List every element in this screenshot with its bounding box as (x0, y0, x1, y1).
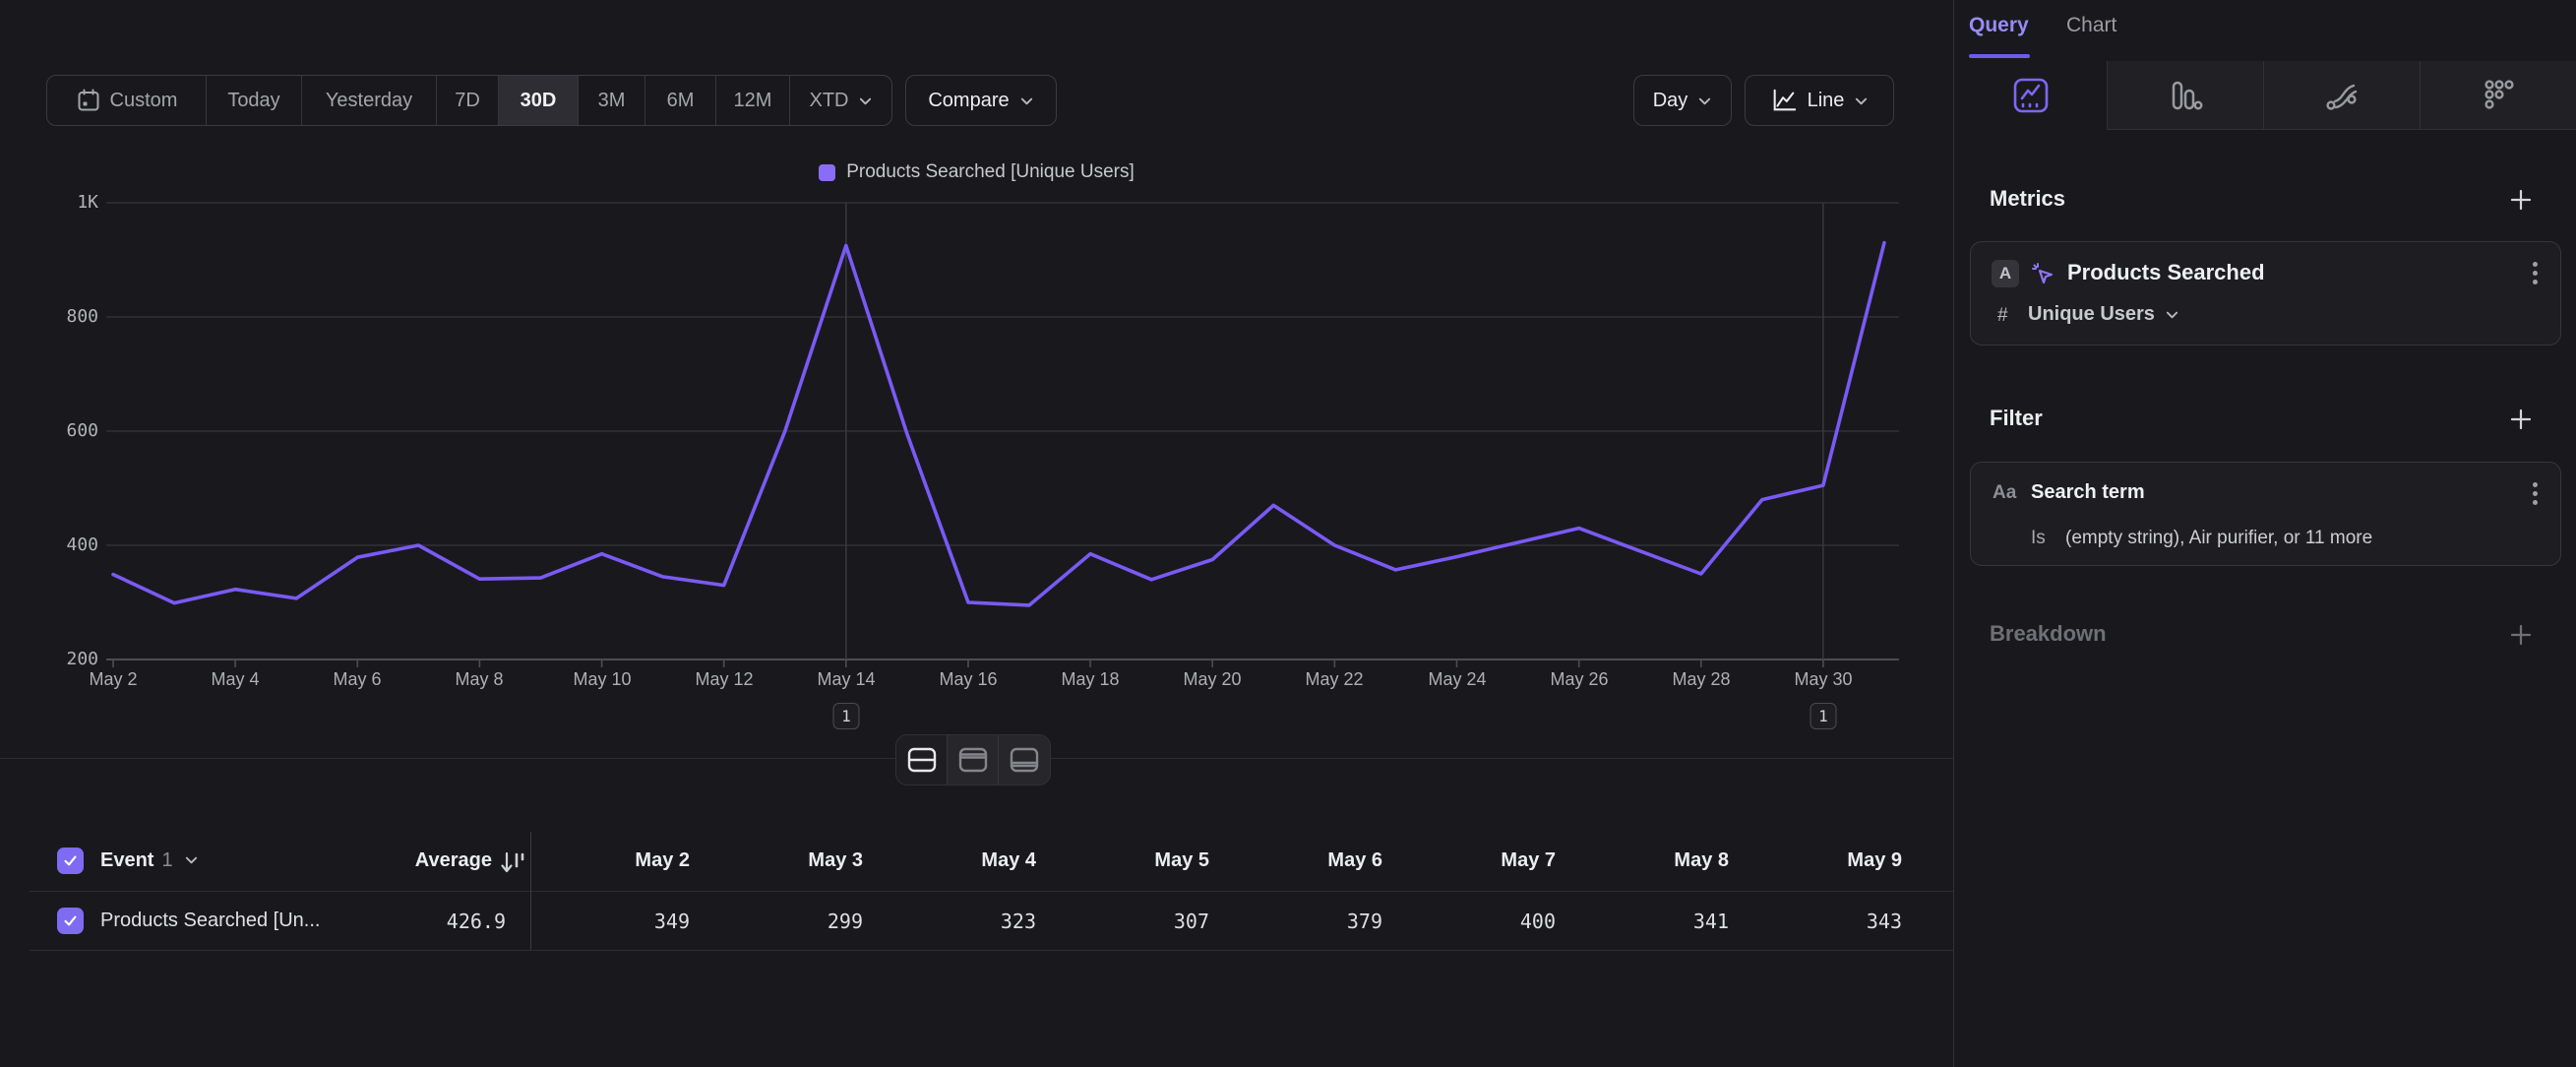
filter-heading: Filter (1990, 406, 2043, 431)
filter-card[interactable]: Aa Search term Is (empty string), Air pu… (1970, 462, 2561, 566)
chart-type-tab-flow[interactable] (2263, 61, 2420, 130)
table-row-divider (30, 950, 1953, 951)
y-axis-tick-label: 200 (37, 649, 98, 670)
x-axis-tick-label: May 8 (455, 669, 503, 690)
table-only-view-button[interactable] (999, 735, 1050, 785)
day-value-cell: 343 (1735, 910, 1902, 933)
series-line[interactable] (113, 243, 1884, 605)
analytics-app: CustomTodayYesterday7D30D3M6M12MXTD Comp… (0, 0, 2576, 1067)
table-header-divider (30, 891, 1953, 892)
measure-label: Unique Users (2028, 303, 2155, 326)
day-column-header[interactable]: May 4 (869, 849, 1036, 872)
tab-query[interactable]: Query (1969, 14, 2029, 37)
day-column-header[interactable]: May 7 (1388, 849, 1556, 872)
x-axis-tick-label: May 12 (695, 669, 753, 690)
day-column-header[interactable]: May 5 (1042, 849, 1209, 872)
flow-icon (2321, 75, 2362, 116)
day-value-cell: 307 (1042, 910, 1209, 933)
day-value-cell: 349 (522, 910, 690, 933)
measure-prefix: # (1997, 305, 2008, 327)
retention-dots-icon (2480, 76, 2519, 115)
x-axis-tick-label: May 4 (211, 669, 259, 690)
measure-dropdown[interactable]: Unique Users (2028, 303, 2179, 326)
x-axis-tick-label: May 30 (1794, 669, 1852, 690)
average-label: Average (415, 849, 492, 871)
tab-chart[interactable]: Chart (2066, 14, 2116, 37)
metric-card[interactable]: A Products Searched # Unique Users (1970, 241, 2561, 345)
day-value-cell: 379 (1215, 910, 1382, 933)
annotation-badge[interactable]: 1 (833, 703, 860, 729)
x-axis-tick-label: May 18 (1061, 669, 1119, 690)
filter-property-name: Search term (2031, 481, 2145, 504)
add-metric-button[interactable] (2508, 187, 2534, 213)
metric-name: Products Searched (2067, 260, 2265, 285)
day-value-cell: 299 (696, 910, 863, 933)
day-value-cell: 323 (869, 910, 1036, 933)
day-value-cell: 341 (1562, 910, 1729, 933)
x-axis-tick-label: May 28 (1672, 669, 1730, 690)
x-axis-tick-label: May 16 (939, 669, 997, 690)
split-view-icon (905, 745, 939, 775)
add-filter-button[interactable] (2508, 407, 2534, 432)
filter-options-kebab-icon[interactable] (2533, 482, 2539, 509)
event-count: 1 (161, 849, 172, 871)
chart-type-tab-insights[interactable] (1954, 61, 2107, 130)
y-axis-tick-label: 800 (37, 306, 98, 328)
row-checkbox[interactable] (57, 908, 84, 934)
chart-type-tab-bar[interactable] (2107, 61, 2263, 130)
event-label: Event (100, 849, 153, 871)
y-axis-tick-label: 400 (37, 534, 98, 556)
chevron-down-icon (184, 852, 199, 867)
chart-type-tab-retention[interactable] (2420, 61, 2576, 130)
average-column-header[interactable]: Average (329, 849, 492, 872)
x-axis-tick-label: May 24 (1428, 669, 1486, 690)
metric-options-kebab-icon[interactable] (2533, 262, 2539, 288)
day-column-header[interactable]: May 8 (1562, 849, 1729, 872)
y-axis-tick-label: 1K (37, 192, 98, 214)
x-axis-tick-label: May 20 (1183, 669, 1241, 690)
x-axis-tick-label: May 10 (573, 669, 631, 690)
check-icon (62, 912, 79, 929)
check-icon (62, 852, 79, 869)
filter-value[interactable]: (empty string), Air purifier, or 11 more (2065, 528, 2372, 549)
y-axis-tick-label: 600 (37, 420, 98, 442)
event-column-header[interactable]: Event 1 (100, 849, 199, 872)
day-column-header[interactable]: May 3 (696, 849, 863, 872)
day-value-cell: 400 (1388, 910, 1556, 933)
active-tab-underline (1969, 54, 2030, 58)
day-column-header[interactable]: May 2 (522, 849, 690, 872)
view-toggle (895, 734, 1051, 785)
event-cursor-icon (2030, 261, 2055, 286)
table-only-view-icon (1008, 745, 1041, 775)
filter-operator[interactable]: Is (2031, 528, 2046, 549)
average-value: 426.9 (338, 910, 506, 933)
day-column-header[interactable]: May 6 (1215, 849, 1382, 872)
split-view-button[interactable] (896, 735, 948, 785)
string-property-icon: Aa (1993, 482, 2016, 504)
chart-only-view-button[interactable] (948, 735, 999, 785)
x-axis-tick-label: May 26 (1550, 669, 1608, 690)
add-breakdown-button[interactable] (2508, 622, 2534, 648)
x-axis-tick-label: May 6 (333, 669, 381, 690)
breakdown-heading: Breakdown (1990, 621, 2107, 647)
table-row-name[interactable]: Products Searched [Un... (100, 910, 320, 932)
chart-only-view-icon (956, 745, 990, 775)
query-sidebar: Query Chart (1953, 0, 2576, 1067)
select-all-checkbox[interactable] (57, 847, 84, 874)
x-axis-tick-label: May 14 (817, 669, 875, 690)
insights-line-icon (2009, 74, 2053, 117)
metrics-heading: Metrics (1990, 186, 2065, 212)
x-axis-tick-label: May 2 (89, 669, 137, 690)
metric-letter-badge: A (1992, 260, 2019, 287)
day-column-header[interactable]: May 9 (1735, 849, 1902, 872)
annotation-badge[interactable]: 1 (1810, 703, 1837, 729)
chevron-down-icon (2165, 307, 2179, 322)
bar-chart-icon (2166, 76, 2205, 115)
x-axis-tick-label: May 22 (1305, 669, 1363, 690)
